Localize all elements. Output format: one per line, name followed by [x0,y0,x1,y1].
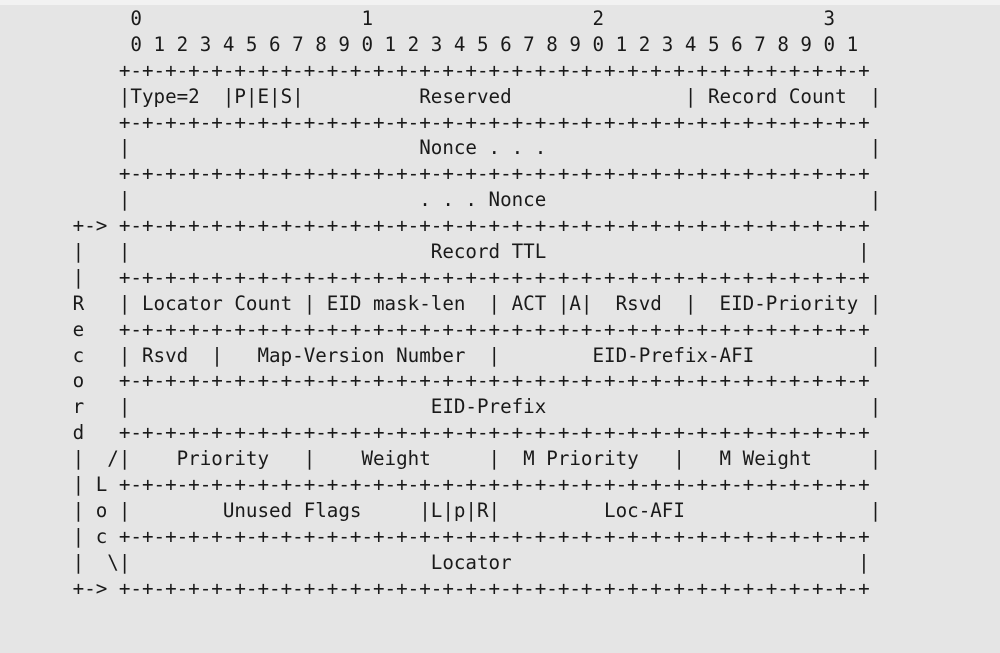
ascii-line-2: +-+-+-+-+-+-+-+-+-+-+-+-+-+-+-+-+-+-+-+-… [38,58,870,82]
ascii-line-7: | . . . Nonce | [38,188,882,212]
ascii-line-14: o +-+-+-+-+-+-+-+-+-+-+-+-+-+-+-+-+-+-+-… [38,369,870,393]
ascii-line-4: +-+-+-+-+-+-+-+-+-+-+-+-+-+-+-+-+-+-+-+-… [38,110,870,134]
ascii-line-15: r | EID-Prefix | [38,395,882,419]
ascii-line-0: 0 1 2 3 [38,7,836,30]
ascii-line-10: | +-+-+-+-+-+-+-+-+-+-+-+-+-+-+-+-+-+-+-… [38,265,870,289]
ascii-packet-diagram: 0 1 2 3 0 1 2 3 4 5 6 7 8 9 0 1 2 3 4 5 … [38,6,882,601]
ascii-line-3: |Type=2 |P|E|S| Reserved | Record Count … [38,84,882,108]
top-edge-strip [0,0,1000,5]
ascii-line-20: | c +-+-+-+-+-+-+-+-+-+-+-+-+-+-+-+-+-+-… [38,524,870,548]
ascii-line-8: +-> +-+-+-+-+-+-+-+-+-+-+-+-+-+-+-+-+-+-… [38,214,870,238]
ascii-line-6: +-+-+-+-+-+-+-+-+-+-+-+-+-+-+-+-+-+-+-+-… [38,162,870,186]
ascii-line-12: e +-+-+-+-+-+-+-+-+-+-+-+-+-+-+-+-+-+-+-… [38,317,870,341]
ascii-line-18: | L +-+-+-+-+-+-+-+-+-+-+-+-+-+-+-+-+-+-… [38,473,870,497]
ascii-line-13: c | Rsvd | Map-Version Number | EID-Pref… [38,343,882,367]
packet-diagram-canvas: 0 1 2 3 0 1 2 3 4 5 6 7 8 9 0 1 2 3 4 5 … [0,0,1000,653]
ascii-line-21: | \| Locator | [38,550,870,574]
ascii-line-16: d +-+-+-+-+-+-+-+-+-+-+-+-+-+-+-+-+-+-+-… [38,421,870,445]
ascii-line-19: | o | Unused Flags |L|p|R| Loc-AFI | [38,498,882,522]
ascii-line-11: R | Locator Count | EID mask-len | ACT |… [38,291,882,315]
ascii-line-9: | | Record TTL | [38,240,870,264]
ascii-line-1: 0 1 2 3 4 5 6 7 8 9 0 1 2 3 4 5 6 7 8 9 … [38,32,859,56]
ascii-line-22: +-> +-+-+-+-+-+-+-+-+-+-+-+-+-+-+-+-+-+-… [38,576,870,600]
ascii-line-5: | Nonce . . . | [38,136,882,160]
ascii-line-17: | /| Priority | Weight | M Priority | M … [38,447,882,471]
